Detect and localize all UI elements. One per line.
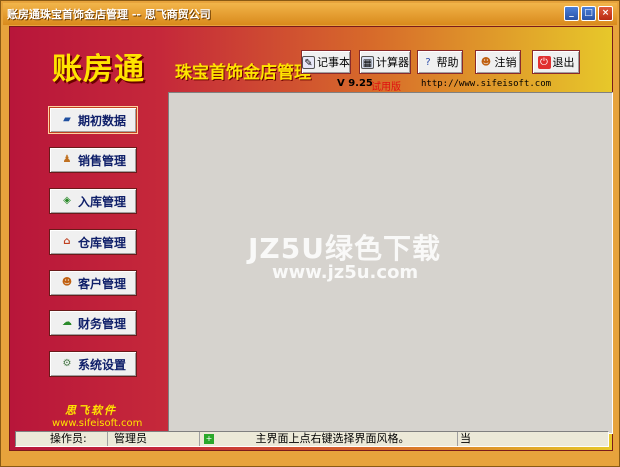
nav-opening-data-button[interactable]: ▰ 期初数据 [48,106,138,134]
exit-icon: ⏻ [537,55,551,69]
website-url: http://www.sifeisoft.com [421,79,552,89]
trial-label: 试用版 [371,82,401,93]
app-window: 账房通珠宝首饰金店管理 -- 思飞商贸公司 _ □ × 账房通 珠宝首饰金店管理… [0,0,620,467]
date-cell: 当 [460,432,471,445]
window-title: 账房通珠宝首饰金店管理 -- 思飞商贸公司 [7,8,211,21]
status-hint: 主界面上点右键选择界面风格。 [255,432,410,445]
nav-item-label: 仓库管理 [77,235,126,250]
minimize-icon[interactable]: _ [564,6,579,21]
logout-button[interactable]: ☻ 注销 [475,50,521,74]
warehouse-icon: ⌂ [63,236,71,247]
nav-finance-button[interactable]: ☁ 财务管理 [49,310,137,336]
logout-label: 注销 [494,56,517,69]
watermark-text: JZ5U绿色下载 [248,232,441,265]
calculator-button[interactable]: ▦ 计算器 [359,50,411,74]
finance-icon: ☁ [61,317,72,328]
sales-icon: ♟ [62,154,72,165]
exit-label: 退出 [552,56,575,69]
company-url: www.sifeisoft.com [52,418,143,429]
nav-item-label: 系统设置 [77,357,126,372]
help-icon: ? [425,56,431,68]
help-label: 帮助 [436,56,459,69]
window-controls: _ □ × [564,6,613,21]
nav-sales-button[interactable]: ♟ 销售管理 [49,147,137,173]
app-title: 珠宝首饰金店管理 [175,63,311,83]
nav-settings-button[interactable]: ⚙ 系统设置 [49,351,137,377]
version-label: V 9.25 [337,78,373,89]
hint-icon: + [204,434,214,444]
app-logo: 账房通 [52,52,145,87]
operator-label: 操作员: [16,432,108,446]
maximize-icon[interactable]: □ [581,6,596,21]
nav-item-label: 客户管理 [77,276,126,291]
notepad-button[interactable]: ✎ 记事本 [301,50,351,74]
nav-item-label: 财务管理 [77,316,126,331]
nav-warehouse-button[interactable]: ⌂ 仓库管理 [49,229,137,255]
box-icon: ◈ [63,195,71,206]
status-bar: 操作员: 管理员 + 主界面上点右键选择界面风格。 当 [15,431,609,447]
calculator-icon: ▦ [361,55,374,69]
nav-item-label: 期初数据 [77,113,126,128]
notepad-icon: ✎ [302,55,315,69]
operator-value: 管理员 [108,432,200,446]
watermark-url: www.jz5u.com [272,262,419,283]
settings-icon: ⚙ [62,358,72,369]
help-button[interactable]: ? 帮助 [417,50,463,74]
book-icon: ▰ [63,114,71,125]
close-icon[interactable]: × [598,6,613,21]
nav-item-label: 入库管理 [77,194,126,209]
notepad-label: 记事本 [317,56,350,69]
company-name: 思飞软件 [65,404,117,417]
title-bar[interactable]: 账房通珠宝首饰金店管理 -- 思飞商贸公司 _ □ × [3,3,617,25]
nav-inbound-button[interactable]: ◈ 入库管理 [49,188,137,214]
customers-icon: ☻ [61,277,73,288]
calculator-label: 计算器 [376,56,409,69]
status-hint-cell: + 主界面上点右键选择界面风格。 [200,432,458,446]
exit-button[interactable]: ⏻ 退出 [532,50,580,74]
nav-item-label: 销售管理 [77,153,126,168]
main-client-area: 账房通 珠宝首饰金店管理 V 9.25 试用版 http://www.sifei… [9,26,613,451]
users-icon: ☻ [480,56,492,68]
nav-customers-button[interactable]: ☻ 客户管理 [49,270,137,296]
